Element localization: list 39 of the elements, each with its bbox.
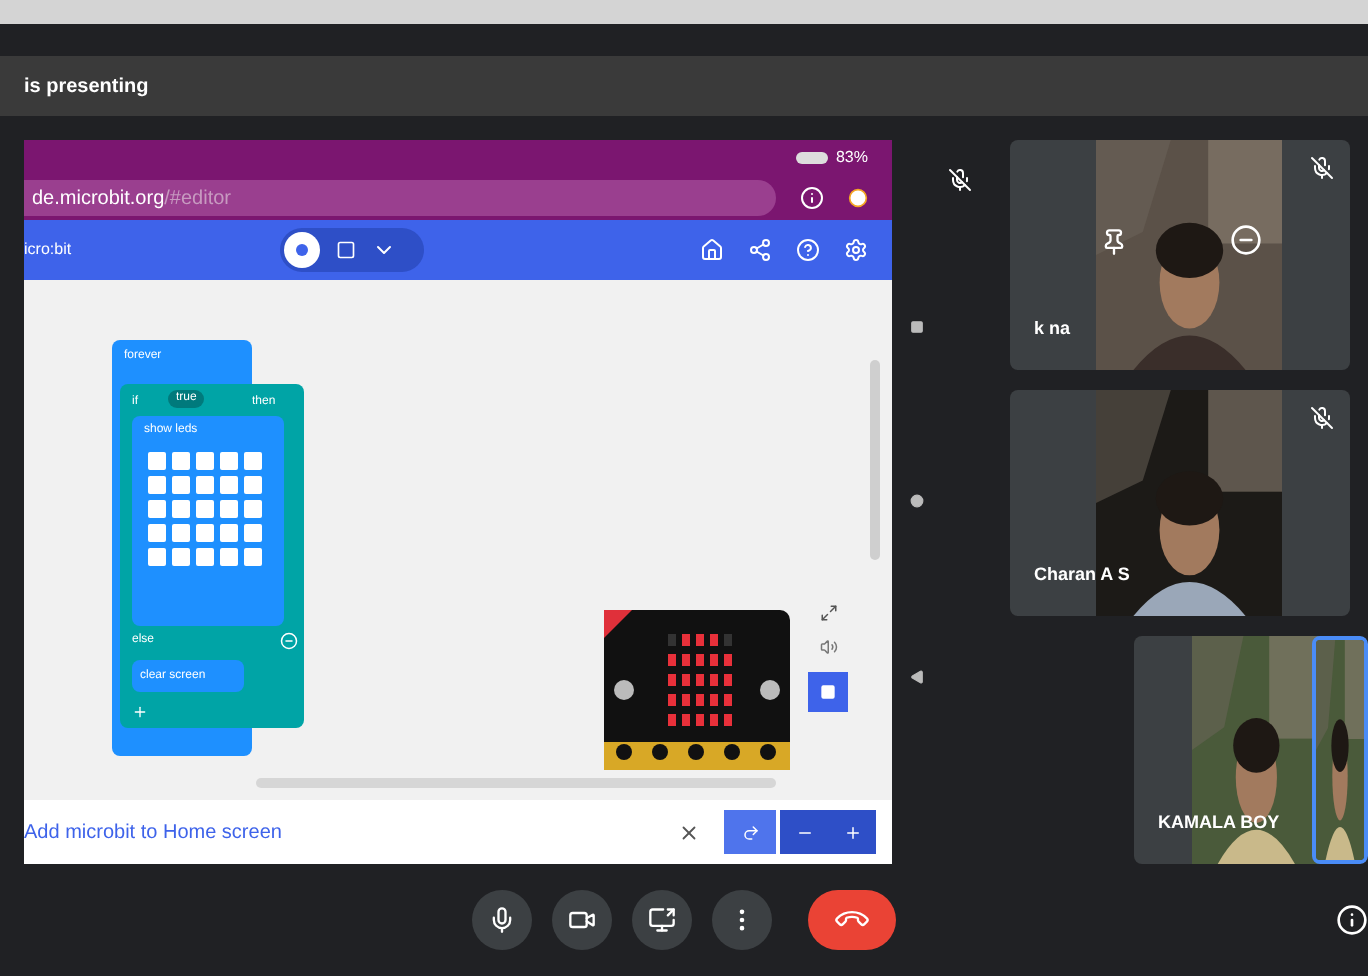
camera-button[interactable] xyxy=(552,890,612,950)
present-screen-button[interactable] xyxy=(632,890,692,950)
home-icon[interactable] xyxy=(700,238,724,262)
stop-icon xyxy=(820,684,836,700)
recents-icon[interactable] xyxy=(909,320,923,335)
plus-icon xyxy=(843,823,861,841)
camera-icon xyxy=(568,906,596,934)
presenting-label: is presenting xyxy=(24,73,149,101)
participant-name: Charan A S xyxy=(1034,561,1130,587)
code-mode-icon[interactable] xyxy=(336,240,356,260)
info-icon[interactable] xyxy=(1336,904,1368,936)
help-icon[interactable] xyxy=(796,238,820,262)
home-button-icon[interactable] xyxy=(909,494,923,509)
mode-toggle[interactable] xyxy=(280,228,424,272)
microphone-button[interactable] xyxy=(472,890,532,950)
remove-branch-icon[interactable] xyxy=(280,632,298,650)
microphone-icon xyxy=(488,906,516,934)
stop-button[interactable] xyxy=(808,672,848,712)
end-call-button[interactable] xyxy=(808,890,896,950)
remove-icon[interactable] xyxy=(1230,224,1262,256)
fullscreen-icon[interactable] xyxy=(819,604,837,622)
brand-label: icro:bit xyxy=(24,238,74,262)
zoom-in-button[interactable] xyxy=(828,810,876,854)
led-grid[interactable] xyxy=(148,452,262,566)
url-field[interactable]: de.microbit.org/#editor xyxy=(24,180,776,216)
redo-icon xyxy=(741,823,759,841)
banner-text: Add microbit to Home screen xyxy=(24,819,284,847)
sound-icon[interactable] xyxy=(819,638,837,656)
present-screen-icon xyxy=(648,906,676,934)
back-icon[interactable] xyxy=(909,669,923,684)
participant-name: k na xyxy=(1034,315,1071,341)
signal-icon xyxy=(795,152,828,164)
share-icon[interactable] xyxy=(748,238,772,262)
close-icon[interactable] xyxy=(678,821,700,843)
battery-level: 83% xyxy=(835,146,868,170)
settings-icon[interactable] xyxy=(844,238,868,262)
blocks-mode-icon[interactable] xyxy=(284,232,320,268)
browser-menu-icon[interactable] xyxy=(848,188,868,208)
pin-icon[interactable] xyxy=(1100,228,1128,256)
